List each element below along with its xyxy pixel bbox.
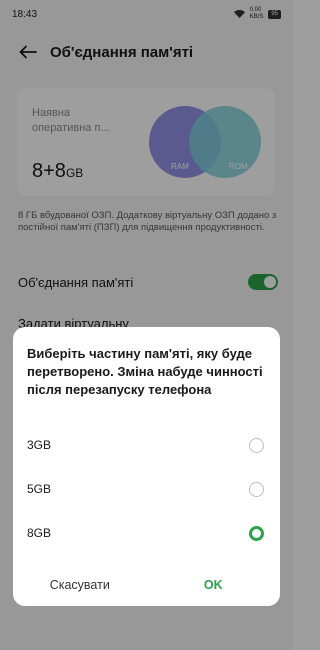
option-label: 8GB (27, 526, 52, 540)
option-label: 3GB (27, 438, 52, 452)
option-3gb[interactable]: 3GB (13, 425, 280, 465)
memory-size-dialog: Виберіть частину пам'яті, яку буде перет… (13, 327, 280, 606)
dialog-actions: Скасувати OK (13, 567, 280, 603)
cancel-button[interactable]: Скасувати (13, 567, 147, 603)
ok-button[interactable]: OK (147, 567, 281, 603)
option-label: 5GB (27, 482, 52, 496)
radio-checked-icon[interactable] (249, 525, 264, 541)
option-5gb[interactable]: 5GB (13, 469, 280, 509)
radio-unchecked-icon[interactable] (249, 481, 264, 497)
radio-unchecked-icon[interactable] (249, 437, 264, 453)
option-8gb[interactable]: 8GB (13, 513, 280, 553)
dialog-title: Виберіть частину пам'яті, яку буде перет… (27, 346, 263, 397)
